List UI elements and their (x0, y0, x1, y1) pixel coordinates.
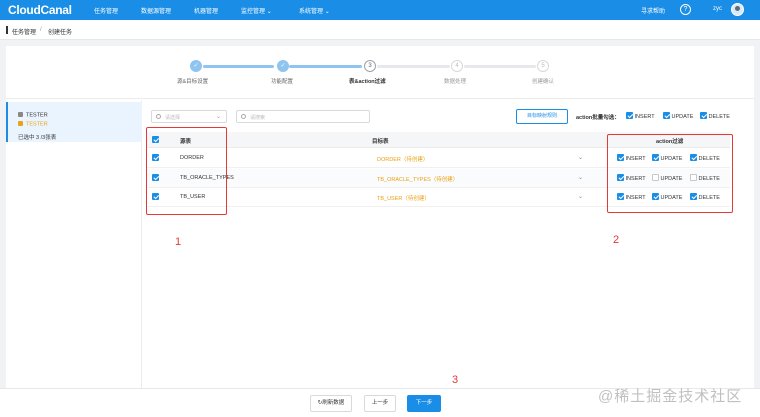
batch-insert-checkbox[interactable]: INSERT (626, 112, 655, 120)
step-4-label: 数据处理 (444, 79, 467, 85)
nav-datasource-management[interactable]: 数据源管理 (141, 6, 171, 15)
source-db: TESTER (18, 112, 48, 119)
section-divider (6, 98, 754, 99)
database-icon (18, 112, 23, 117)
user-name[interactable]: zyc (713, 6, 722, 12)
step-2-check-icon: ✓ (277, 60, 289, 72)
prev-step-button[interactable]: 上一步 (364, 395, 396, 412)
step-3-label: 表&action过滤 (349, 79, 386, 85)
refresh-data-button[interactable]: ↻刷新数据 (310, 395, 352, 412)
target-table-name[interactable]: TB_ORACLE_TYPES（待创建） (377, 175, 458, 183)
step-1-check-icon: ✓ (190, 60, 202, 72)
column-target: 目标表 (372, 139, 389, 145)
annotation-box-1 (146, 127, 227, 215)
nav-machine-management[interactable]: 机器管理 (194, 6, 218, 15)
avatar[interactable] (731, 3, 744, 16)
annotation-box-2 (607, 134, 733, 213)
checkbox-checked-icon (626, 112, 633, 119)
annotation-number-1: 1 (175, 236, 182, 248)
table-search-input[interactable]: 请搜索 (236, 110, 370, 123)
top-navbar: CloudCanal 任务管理 数据源管理 机器管理 监控管理 ⌄ 系统管理 ⌄… (0, 0, 760, 20)
step-connector (464, 65, 536, 68)
step-1-label: 源&目标设置 (177, 79, 209, 85)
breadcrumb: 任务管理 / 创建任务 (0, 20, 760, 40)
chevron-down-icon: ⌄ (266, 9, 272, 15)
chevron-down-icon[interactable]: ⌄ (578, 154, 583, 161)
breadcrumb-marker (6, 26, 8, 34)
nav-task-management[interactable]: 任务管理 (94, 6, 118, 15)
nav-system-management[interactable]: 系统管理 ⌄ (299, 6, 330, 15)
step-connector (203, 65, 274, 68)
breadcrumb-separator: / (40, 27, 42, 33)
chevron-down-icon[interactable]: ⌄ (578, 174, 583, 181)
watermark: @稀土掘金技术社区 (598, 388, 743, 405)
target-db: TESTER (18, 121, 48, 128)
action-batch-label: action批量勾选： (576, 115, 620, 121)
app-logo[interactable]: CloudCanal (8, 3, 72, 17)
target-table-name[interactable]: TB_USER（待创建） (377, 194, 430, 202)
search-icon (156, 114, 161, 119)
breadcrumb-create-task: 创建任务 (48, 30, 73, 36)
chevron-down-icon[interactable]: ⌄ (578, 193, 583, 200)
checkbox-checked-icon (700, 112, 707, 119)
target-mapping-rules-button[interactable]: 目标映射规则 (516, 109, 568, 124)
step-4-number: 4 (451, 60, 463, 72)
database-icon (18, 121, 23, 126)
search-placeholder: 请搜索 (250, 115, 266, 121)
step-3-number: 3 (364, 60, 376, 72)
step-connector (377, 65, 450, 68)
chevron-down-icon: ⌄ (215, 114, 221, 120)
target-table-name[interactable]: DORDER（待创建） (377, 155, 428, 163)
batch-update-checkbox[interactable]: UPDATE (663, 112, 693, 120)
help-link[interactable]: 寻求帮助 (641, 6, 665, 15)
step-5-number: 5 (537, 60, 549, 72)
breadcrumb-task-management[interactable]: 任务管理 (12, 27, 36, 36)
selected-summary: 已选中 3 /3张表 (18, 135, 57, 141)
db-panel: TESTER TESTER 已选中 3 /3张表 (6, 100, 142, 388)
step-5-label: 创建确认 (532, 79, 555, 85)
nav-monitor-management[interactable]: 监控管理 ⌄ (241, 6, 272, 15)
step-2-label: 功能配置 (271, 79, 294, 85)
next-step-button[interactable]: 下一步 (407, 395, 441, 412)
annotation-number-2: 2 (613, 234, 620, 246)
schema-select[interactable]: 请选择 ⌄ (151, 110, 227, 123)
batch-delete-checkbox[interactable]: DELETE (700, 112, 730, 120)
step-connector (289, 65, 362, 68)
search-icon (241, 114, 246, 119)
annotation-number-3: 3 (452, 374, 459, 386)
help-icon[interactable]: ? (680, 4, 691, 15)
db-item-selected[interactable]: TESTER TESTER 已选中 3 /3张表 (6, 102, 142, 142)
checkbox-checked-icon (663, 112, 670, 119)
select-placeholder: 请选择 (165, 115, 181, 121)
chevron-down-icon: ⌄ (324, 9, 330, 15)
